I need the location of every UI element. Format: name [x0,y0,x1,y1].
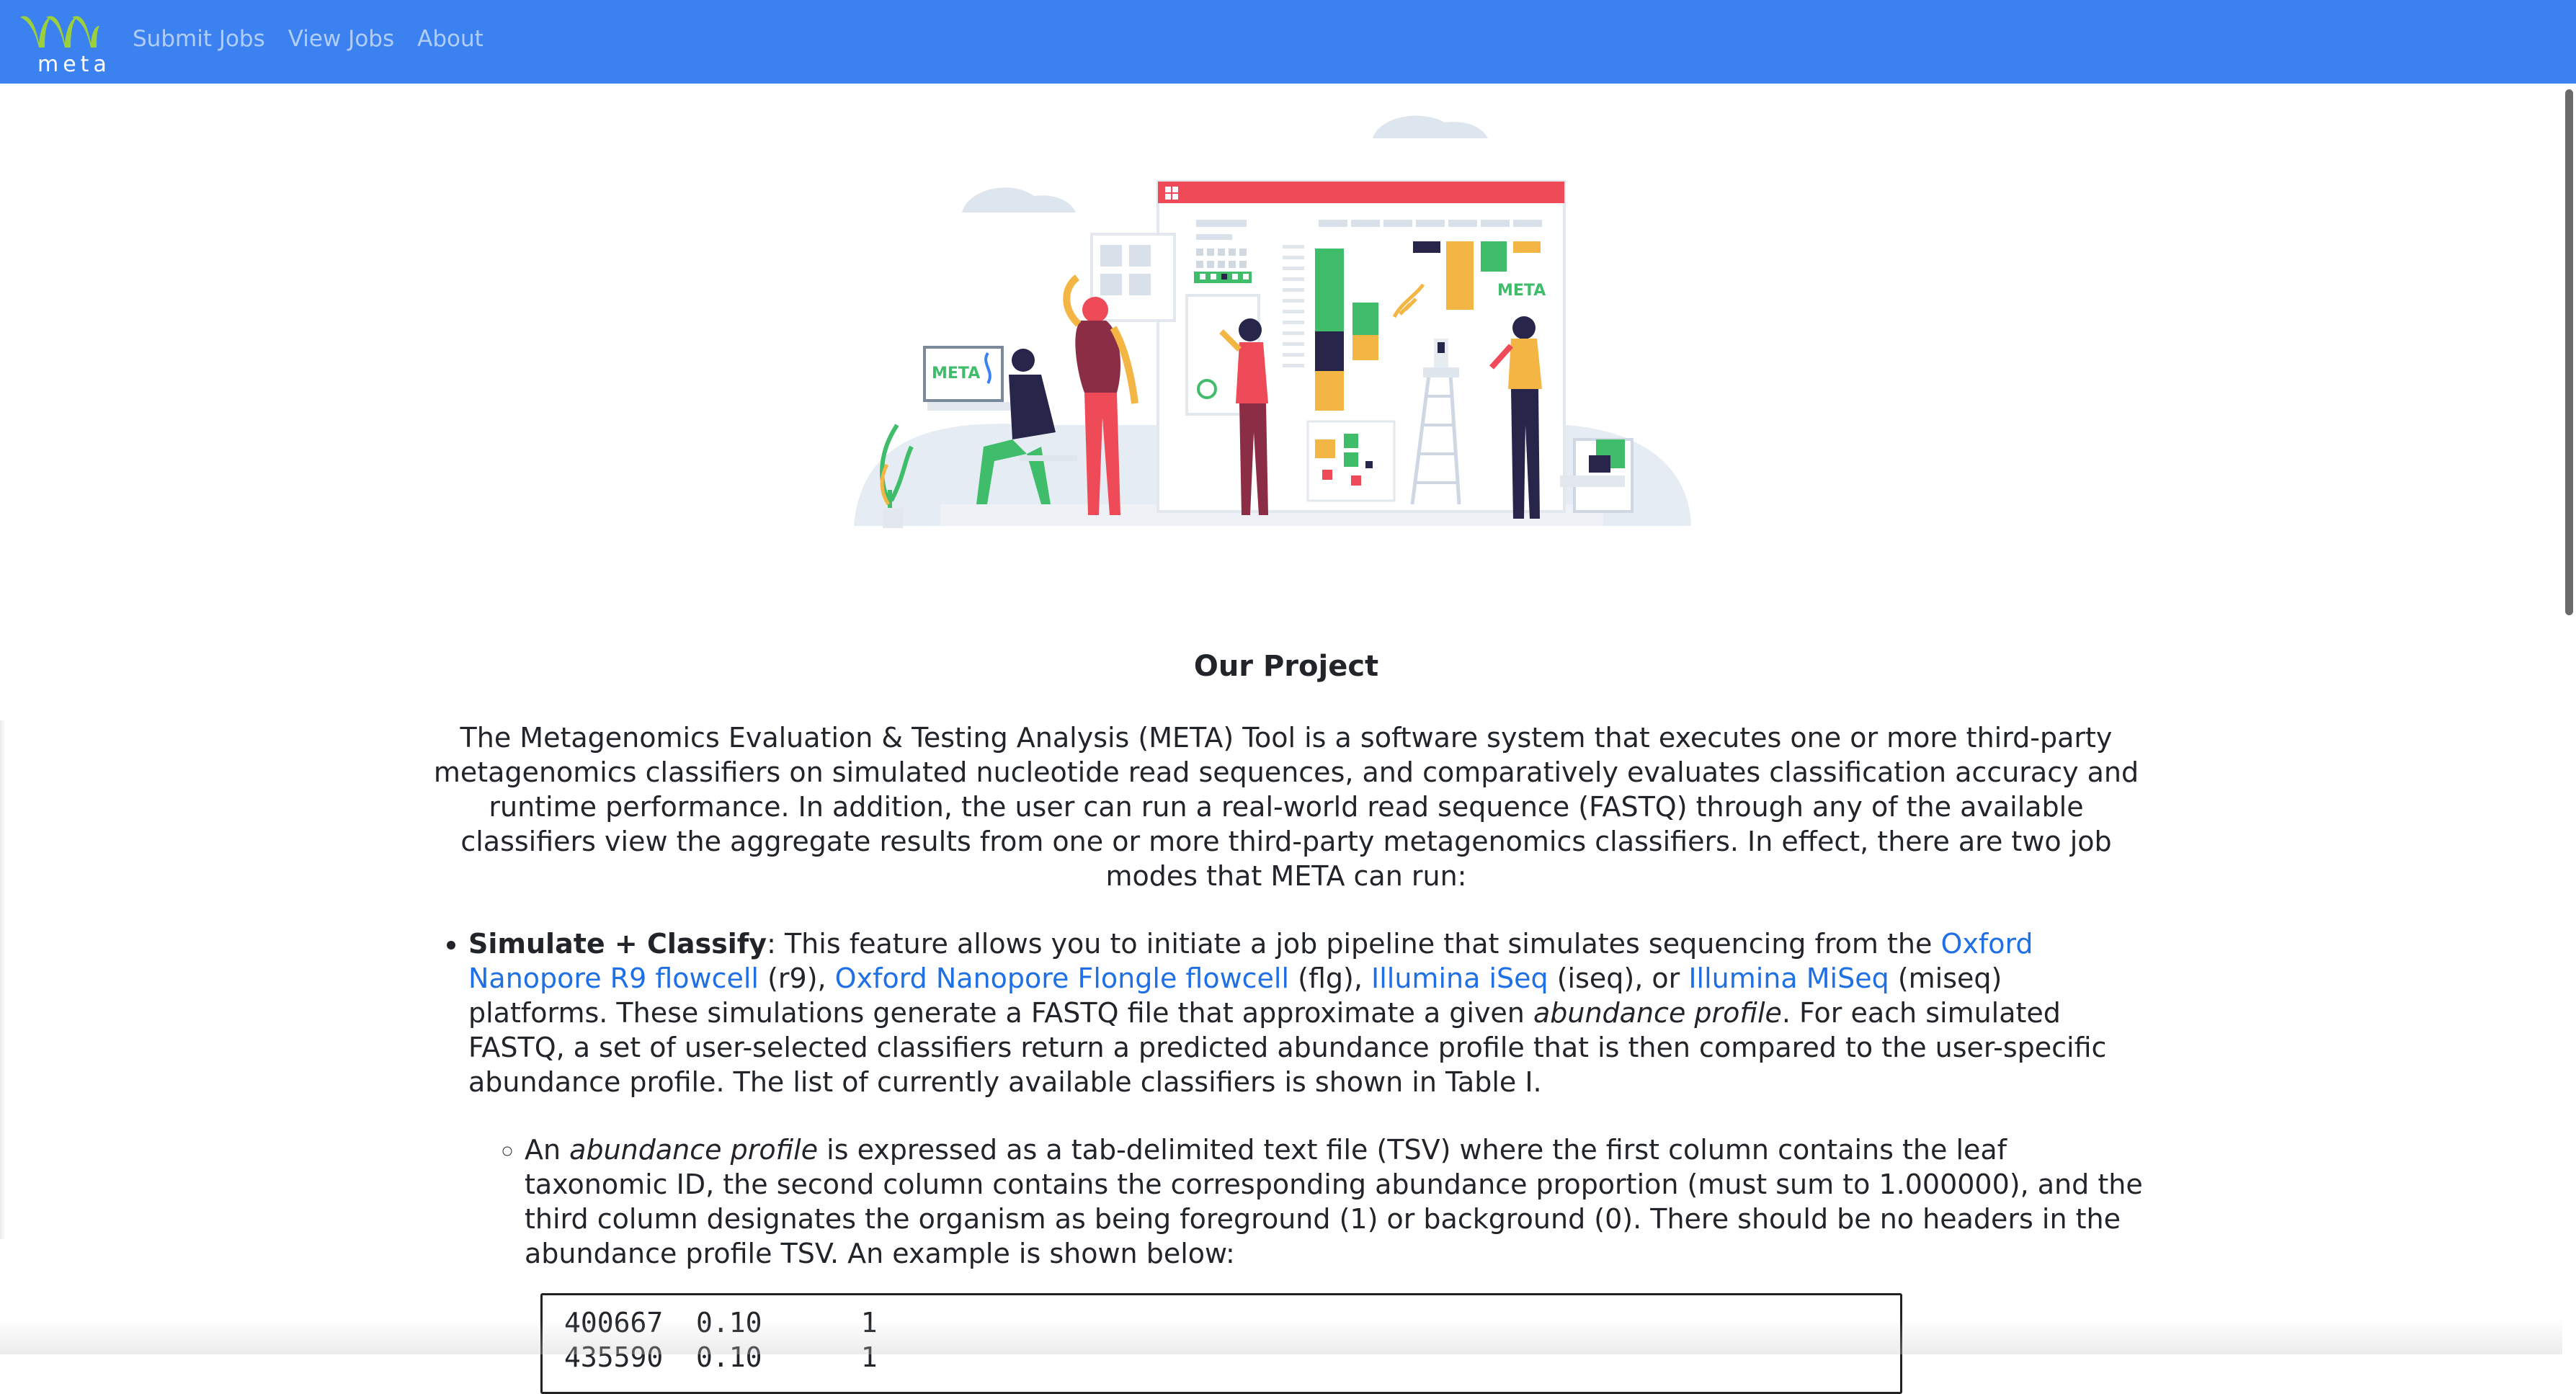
link-illumina-miseq[interactable]: Illumina MiSeq [1688,962,1889,994]
section-title: Our Project [1193,650,1379,683]
nav-about[interactable]: About [417,26,483,52]
nav-view-jobs[interactable]: View Jobs [288,26,394,52]
abundance-sublist: An abundance profile is expressed as a t… [468,1132,2147,1271]
bar-green [1315,249,1344,331]
link-illumina-iseq[interactable]: Illumina iSeq [1371,962,1548,994]
hero-illustration: META META [847,101,1697,533]
nav-links: Submit Jobs View Jobs About [133,26,483,52]
list-item-abundance-profile: An abundance profile is expressed as a t… [525,1132,2147,1271]
cloud-shape [962,187,1076,213]
dashboard-header [1158,182,1564,203]
intro-paragraph: The Metagenomics Evaluation & Testing An… [433,722,2139,892]
brand-text: meta [37,52,111,77]
brand-logo[interactable]: meta [17,10,107,77]
cloud-shape [1373,115,1488,138]
navbar: meta Submit Jobs View Jobs About [0,0,2576,84]
list-item-simulate-classify: Simulate + Classify: This feature allows… [468,926,2147,1271]
nav-submit-jobs[interactable]: Submit Jobs [133,26,265,52]
page-scrollbar[interactable] [2562,84,2576,1354]
main-content: Our Project The Metagenomics Evaluation … [425,648,2147,1271]
link-oxford-flongle[interactable]: Oxford Nanopore Flongle flowcell [835,962,1289,994]
bullet-label: Simulate + Classify [468,928,767,960]
meta-monitor-label: META [932,365,980,383]
team-analytics-illustration: META META [854,115,1691,528]
job-modes-list: Simulate + Classify: This feature allows… [425,926,2147,1271]
meta-board-label: META [1497,282,1546,300]
scrollbar-thumb[interactable] [2565,89,2573,615]
bottom-fade [0,1318,2562,1354]
left-edge-shadow [0,720,6,1239]
